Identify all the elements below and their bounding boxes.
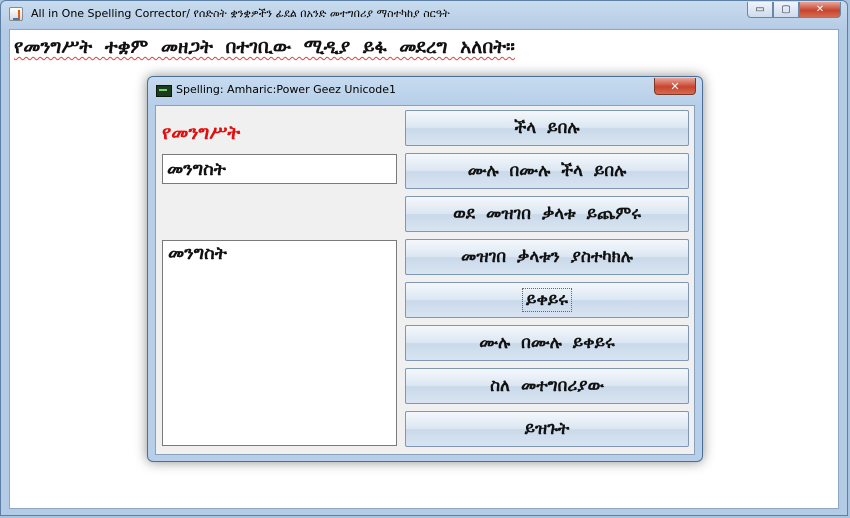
close-dialog-button[interactable]: ይዝጉት: [405, 411, 689, 447]
minimize-button[interactable]: ▭: [747, 2, 773, 18]
dialog-close-button[interactable]: ✕: [654, 78, 696, 95]
maximize-button[interactable]: ▢: [773, 2, 799, 18]
ignore-button[interactable]: ችላ ይበሉ: [405, 110, 689, 146]
change-all-button[interactable]: ሙሉ በሙሉ ይቀይሩ: [405, 325, 689, 361]
terminal-icon: [156, 85, 172, 97]
suggestions-list[interactable]: መንግስት: [162, 240, 397, 446]
about-label: ስለ መተግበሪያው: [490, 376, 604, 396]
window-controls: ▭ ▢ ✕: [747, 2, 841, 18]
change-button[interactable]: ይቀይሩ: [405, 282, 689, 318]
change-label: ይቀይሩ: [521, 288, 572, 312]
change-to-input[interactable]: [162, 154, 397, 184]
app-icon: [9, 7, 23, 21]
close-dialog-label: ይዝጉት: [524, 419, 570, 439]
edit-dictionary-label: መዝገበ ቃላቱን ያስተካክሉ: [461, 247, 633, 267]
ignore-label: ችላ ይበሉ: [514, 118, 580, 138]
add-to-dictionary-button[interactable]: ወደ መዝገበ ቃላቱ ይጨምሩ: [405, 196, 689, 232]
change-all-label: ሙሉ በሙሉ ይቀይሩ: [479, 333, 615, 353]
dialog-title: Spelling: Amharic:Power Geez Unicode1: [176, 83, 397, 96]
title-bar[interactable]: All in One Spelling Corrector/ የሰድስት ቋንቋ…: [1, 1, 847, 27]
misspelled-word: የመንግሥት: [162, 122, 241, 144]
suggestion-item[interactable]: መንግስት: [166, 243, 393, 264]
document-text[interactable]: የመንግሥት ተቋም መዘጋት በተገቢው ሚዲያ ይፋ መደረግ አለበት።: [14, 36, 515, 58]
dialog-body: የመንግሥት መንግስት ችላ ይበሉ ሙሉ በሙሉ ችላ ይበሉ ወደ መዝገ…: [155, 105, 695, 455]
ignore-all-label: ሙሉ በሙሉ ችላ ይበሉ: [467, 161, 627, 181]
add-to-dictionary-label: ወደ መዝገበ ቃላቱ ይጨምሩ: [453, 204, 641, 224]
edit-dictionary-button[interactable]: መዝገበ ቃላቱን ያስተካክሉ: [405, 239, 689, 275]
spelling-dialog: Spelling: Amharic:Power Geez Unicode1 ✕ …: [147, 76, 703, 462]
close-button[interactable]: ✕: [799, 2, 841, 18]
ignore-all-button[interactable]: ሙሉ በሙሉ ችላ ይበሉ: [405, 153, 689, 189]
about-button[interactable]: ስለ መተግበሪያው: [405, 368, 689, 404]
window-title: All in One Spelling Corrector/ የሰድስት ቋንቋ…: [31, 7, 450, 20]
